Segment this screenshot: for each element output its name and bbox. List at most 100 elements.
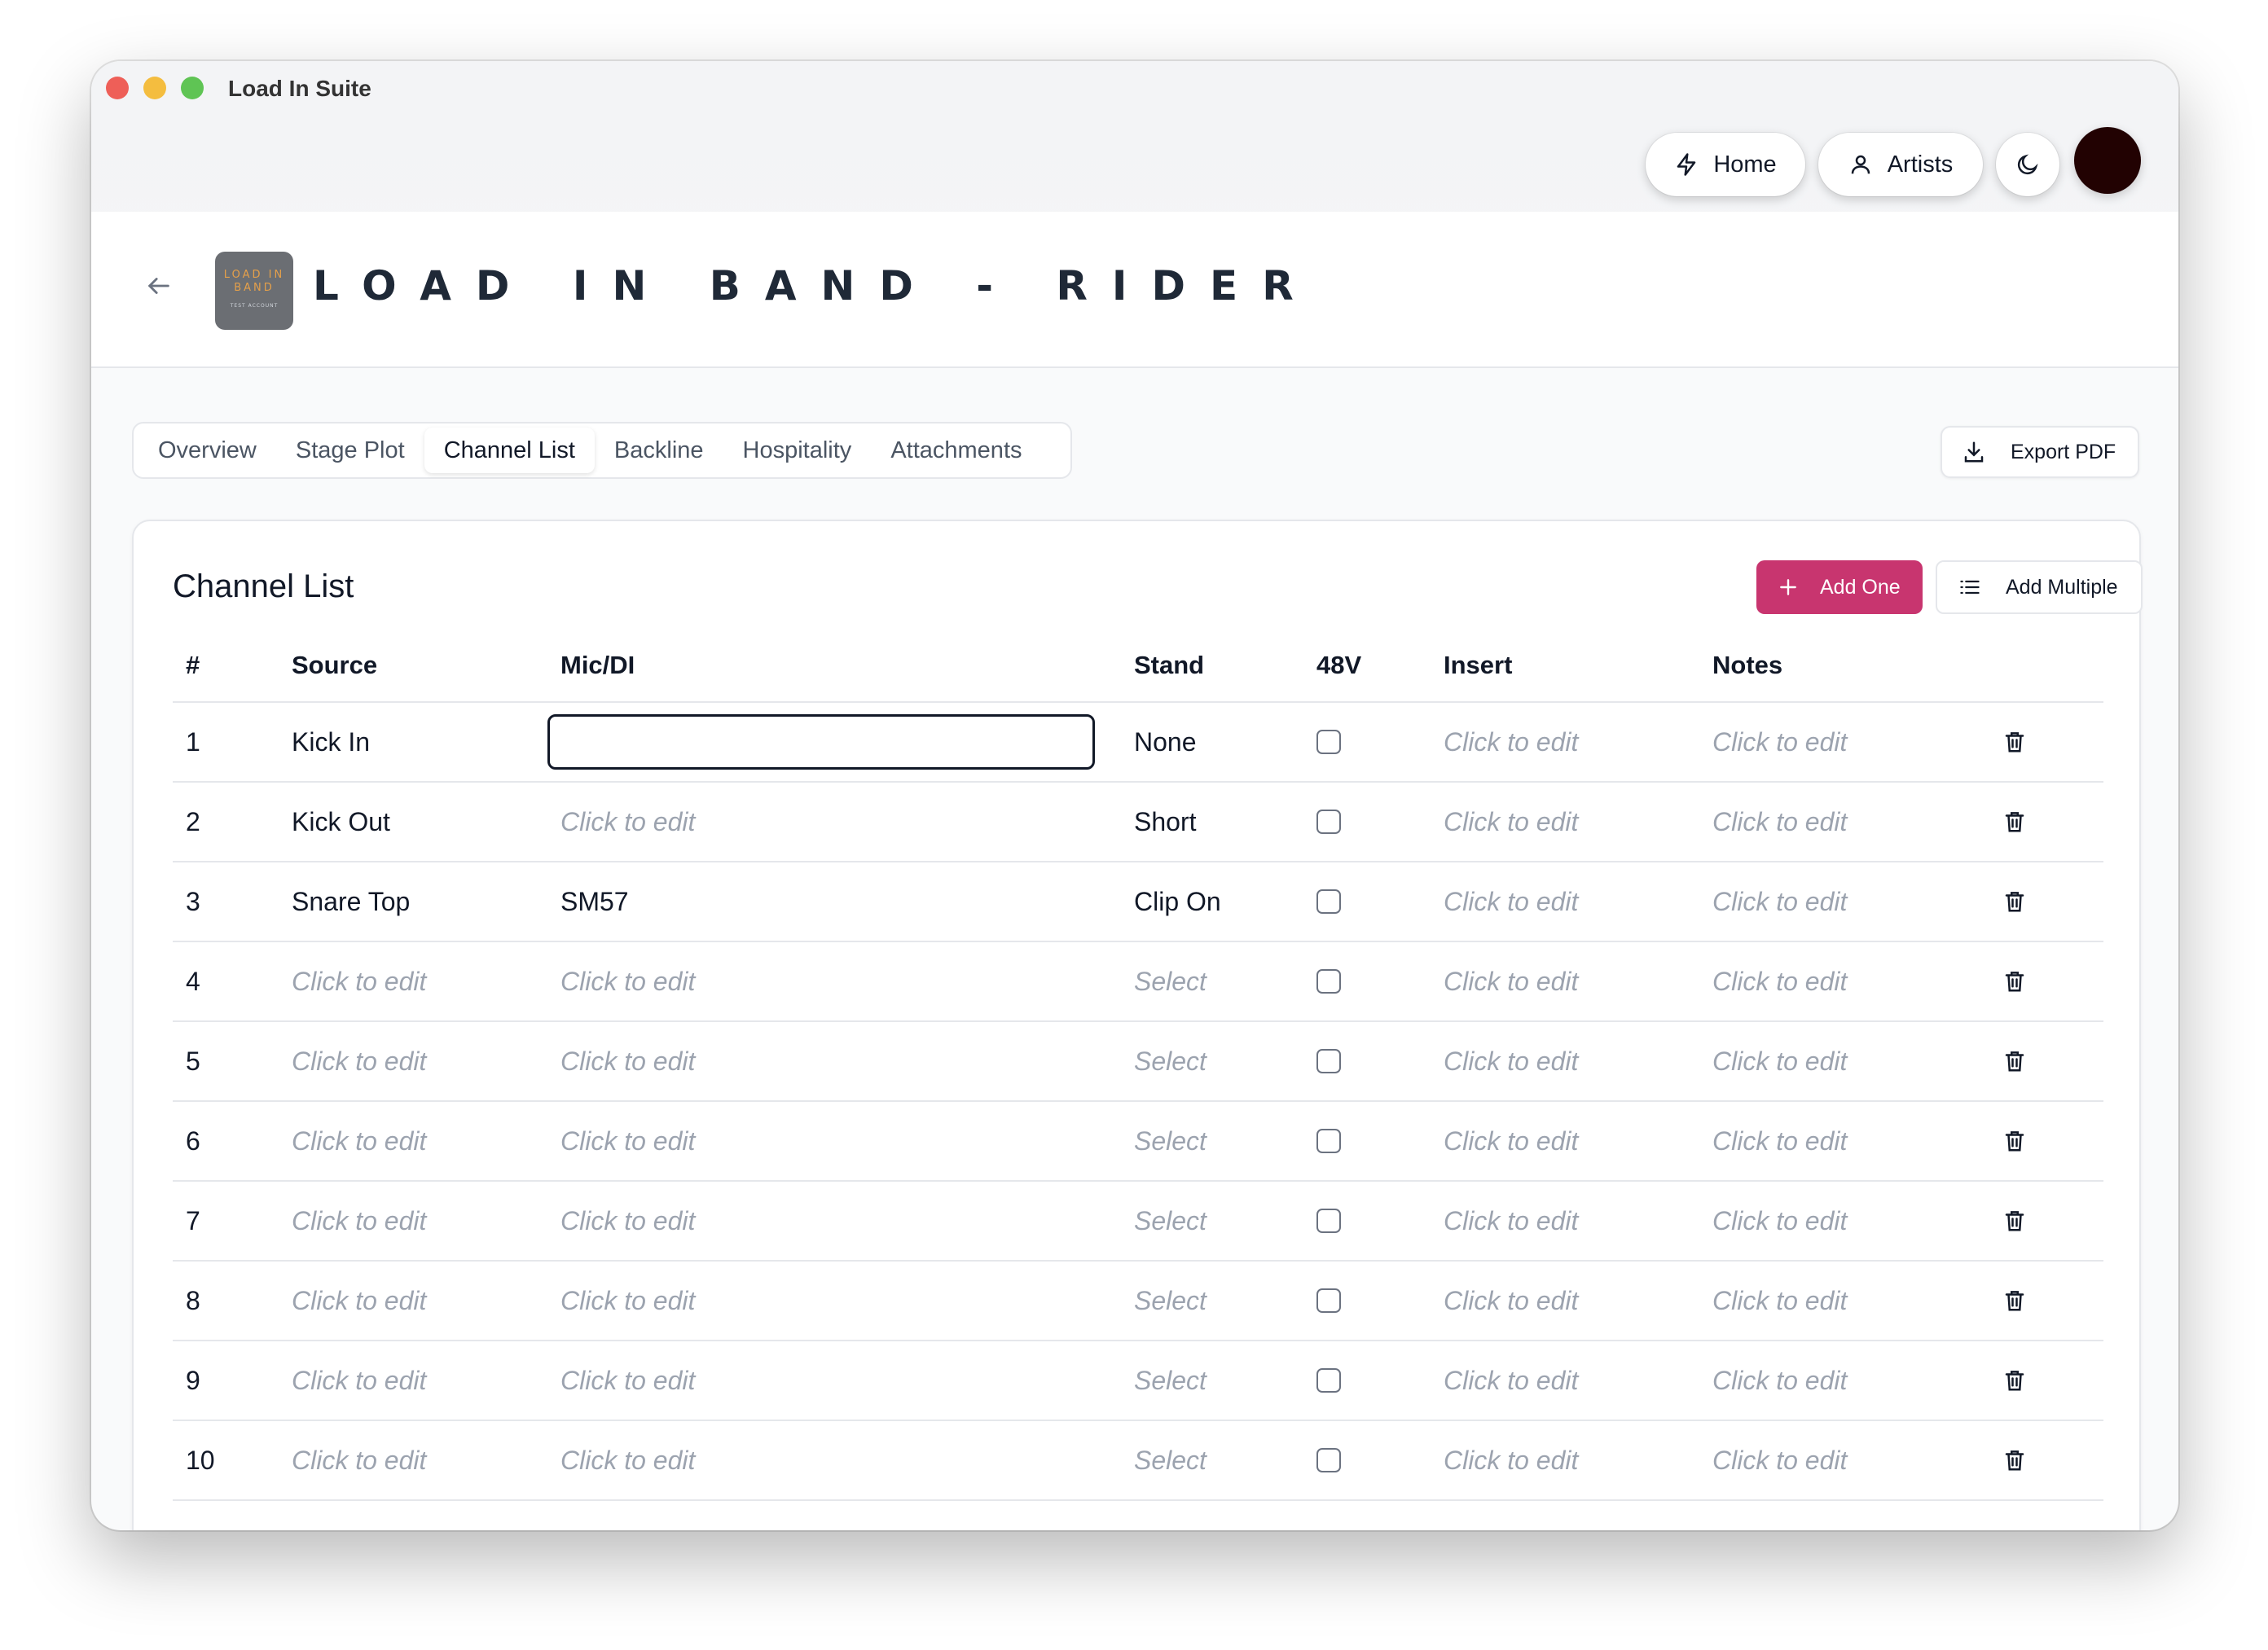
notes-cell[interactable]: Click to edit	[1699, 782, 1989, 862]
arrow-left-icon[interactable]	[145, 272, 173, 300]
stand-select[interactable]: Clip On	[1121, 862, 1303, 942]
artists-button[interactable]: Artists	[1818, 133, 1983, 196]
phantom-power-cell	[1303, 941, 1431, 1022]
notes-cell[interactable]: Click to edit	[1699, 1101, 1989, 1182]
phantom-power-checkbox[interactable]	[1316, 1129, 1341, 1153]
mic-di-cell[interactable]: Click to edit	[547, 941, 1121, 1022]
mic-di-cell[interactable]: Click to edit	[547, 782, 1121, 862]
notes-cell[interactable]: Click to edit	[1699, 862, 1989, 942]
source-cell[interactable]: Click to edit	[279, 1341, 547, 1421]
phantom-power-checkbox[interactable]	[1316, 730, 1341, 754]
trash-icon[interactable]	[2002, 1128, 2027, 1154]
notes-cell[interactable]: Click to edit	[1699, 1181, 1989, 1262]
insert-cell[interactable]: Click to edit	[1431, 782, 1699, 862]
source-cell[interactable]: Click to edit	[279, 1181, 547, 1262]
source-cell[interactable]: Click to edit	[279, 1261, 547, 1341]
stand-select[interactable]: Select	[1121, 1261, 1303, 1341]
trash-icon[interactable]	[2002, 889, 2027, 915]
theme-toggle-button[interactable]	[1996, 133, 2059, 196]
close-window-button[interactable]	[106, 77, 129, 99]
stand-select[interactable]: Short	[1121, 782, 1303, 862]
stand-select[interactable]: Select	[1121, 1341, 1303, 1421]
source-cell[interactable]: Click to edit	[279, 1021, 547, 1102]
home-button[interactable]: Home	[1646, 133, 1805, 196]
trash-icon[interactable]	[2002, 729, 2027, 755]
source-cell[interactable]: Click to edit	[279, 941, 547, 1022]
phantom-power-checkbox[interactable]	[1316, 1368, 1341, 1393]
logo-line-1: LOAD IN	[223, 269, 285, 281]
notes-cell[interactable]: Click to edit	[1699, 1021, 1989, 1102]
tab-hospitality[interactable]: Hospitality	[723, 428, 872, 473]
phantom-power-checkbox[interactable]	[1316, 1288, 1341, 1313]
trash-icon[interactable]	[2002, 968, 2027, 994]
mic-di-cell[interactable]: Click to edit	[547, 1261, 1121, 1341]
trash-icon[interactable]	[2002, 1447, 2027, 1473]
insert-cell[interactable]: Click to edit	[1431, 702, 1699, 783]
trash-icon[interactable]	[2002, 1288, 2027, 1314]
insert-cell[interactable]: Click to edit	[1431, 1420, 1699, 1501]
avatar[interactable]	[2074, 127, 2141, 194]
mic-di-cell[interactable]: Click to edit	[547, 1420, 1121, 1501]
table-row: 7 Click to edit Click to edit Select Click t…	[173, 1181, 2103, 1262]
source-cell[interactable]: Snare Top	[279, 862, 547, 942]
stand-select[interactable]: Select	[1121, 941, 1303, 1022]
stand-select[interactable]: Select	[1121, 1021, 1303, 1102]
phantom-power-checkbox[interactable]	[1316, 1448, 1341, 1472]
maximize-window-button[interactable]	[181, 77, 204, 99]
artists-label: Artists	[1887, 151, 1954, 178]
insert-cell[interactable]: Click to edit	[1431, 1021, 1699, 1102]
source-cell[interactable]: Kick In	[279, 702, 547, 783]
tab-channel-list[interactable]: Channel List	[424, 428, 595, 473]
tab-attachments[interactable]: Attachments	[871, 428, 1041, 473]
tab-stage-plot[interactable]: Stage Plot	[276, 428, 424, 473]
home-label: Home	[1713, 151, 1777, 178]
insert-cell[interactable]: Click to edit	[1431, 941, 1699, 1022]
phantom-power-cell	[1303, 1101, 1431, 1182]
export-pdf-button[interactable]: Export PDF	[1941, 426, 2139, 478]
minimize-window-button[interactable]	[143, 77, 166, 99]
mic-di-cell[interactable]: SM57	[547, 862, 1121, 942]
tab-overview[interactable]: Overview	[138, 428, 276, 473]
insert-cell[interactable]: Click to edit	[1431, 862, 1699, 942]
app-title: Load In Suite	[228, 76, 371, 101]
phantom-power-checkbox[interactable]	[1316, 810, 1341, 834]
mic-di-input[interactable]	[547, 714, 1095, 770]
row-number: 5	[173, 1021, 279, 1102]
insert-cell[interactable]: Click to edit	[1431, 1341, 1699, 1421]
mic-di-cell[interactable]: Click to edit	[547, 1181, 1121, 1262]
table-row: 3 Snare Top SM57 Clip On Click to edit Click …	[173, 862, 2103, 942]
list-icon	[1960, 580, 1980, 595]
column-header-stand: Stand	[1121, 629, 1303, 703]
notes-cell[interactable]: Click to edit	[1699, 1341, 1989, 1421]
phantom-power-checkbox[interactable]	[1316, 889, 1341, 914]
add-one-button[interactable]: Add One	[1756, 560, 1923, 614]
stand-select[interactable]: Select	[1121, 1181, 1303, 1262]
notes-cell[interactable]: Click to edit	[1699, 702, 1989, 783]
trash-icon[interactable]	[2002, 1208, 2027, 1234]
mic-di-cell[interactable]: Click to edit	[547, 1341, 1121, 1421]
column-header-notes: Notes	[1699, 629, 1989, 703]
notes-cell[interactable]: Click to edit	[1699, 1420, 1989, 1501]
phantom-power-checkbox[interactable]	[1316, 1049, 1341, 1073]
stand-select[interactable]: None	[1121, 702, 1303, 783]
mic-di-cell[interactable]: Click to edit	[547, 1021, 1121, 1102]
trash-icon[interactable]	[2002, 1048, 2027, 1074]
phantom-power-checkbox[interactable]	[1316, 969, 1341, 994]
source-cell[interactable]: Click to edit	[279, 1101, 547, 1182]
phantom-power-checkbox[interactable]	[1316, 1209, 1341, 1233]
source-cell[interactable]: Kick Out	[279, 782, 547, 862]
notes-cell[interactable]: Click to edit	[1699, 941, 1989, 1022]
source-cell[interactable]: Click to edit	[279, 1420, 547, 1501]
insert-cell[interactable]: Click to edit	[1431, 1101, 1699, 1182]
stand-select[interactable]: Select	[1121, 1101, 1303, 1182]
trash-icon[interactable]	[2002, 1367, 2027, 1393]
mic-di-cell[interactable]: Click to edit	[547, 1101, 1121, 1182]
insert-cell[interactable]: Click to edit	[1431, 1181, 1699, 1262]
stand-select[interactable]: Select	[1121, 1420, 1303, 1501]
notes-cell[interactable]: Click to edit	[1699, 1261, 1989, 1341]
row-number: 10	[173, 1420, 279, 1501]
trash-icon[interactable]	[2002, 809, 2027, 835]
add-multiple-button[interactable]: Add Multiple	[1936, 560, 2143, 614]
insert-cell[interactable]: Click to edit	[1431, 1261, 1699, 1341]
tab-backline[interactable]: Backline	[595, 428, 723, 473]
